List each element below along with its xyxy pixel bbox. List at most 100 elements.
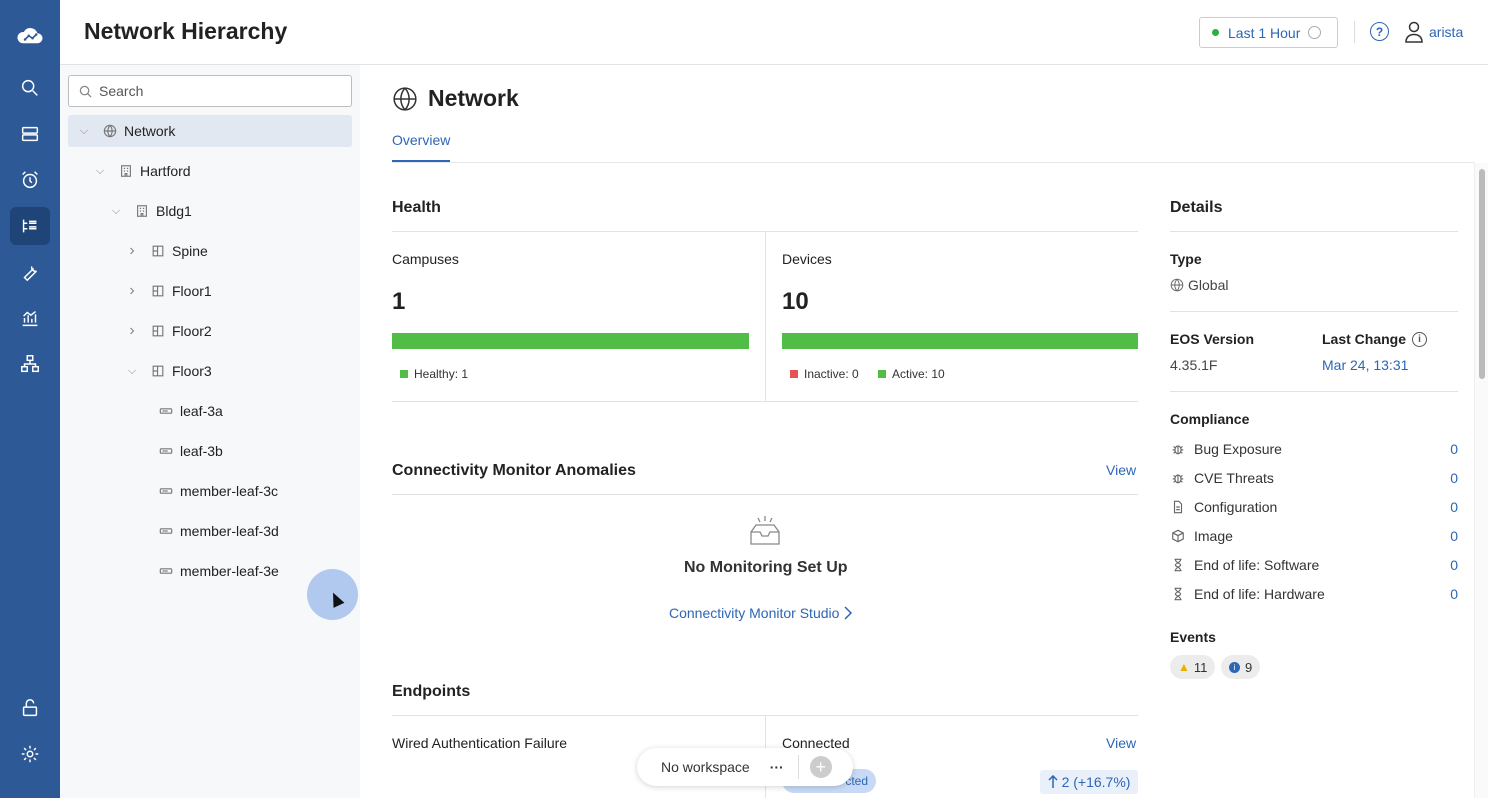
compliance-count-link[interactable]: 0 xyxy=(1450,557,1458,573)
divider xyxy=(392,401,1138,402)
tree-item-label: leaf-3b xyxy=(180,443,223,459)
chevron-right-icon[interactable]: › xyxy=(124,282,140,300)
tree-item-label: leaf-3a xyxy=(180,403,223,419)
user-name-link[interactable]: arista xyxy=(1429,24,1463,40)
tree-item[interactable]: member-leaf-3c xyxy=(60,475,352,507)
globe-icon xyxy=(102,123,118,139)
top-header: Network Hierarchy Last 1 Hour ? arista xyxy=(60,0,1488,65)
divider xyxy=(1170,311,1458,312)
unlock-icon[interactable] xyxy=(10,689,50,727)
file-icon xyxy=(1170,499,1186,515)
device-icon xyxy=(158,523,174,539)
chevron-right-icon[interactable]: › xyxy=(124,242,140,260)
compliance-row: End of life: Software 0 xyxy=(1170,555,1458,575)
add-workspace-icon[interactable]: + xyxy=(809,756,832,778)
wired-auth-failure-label: Wired Authentication Failure xyxy=(392,735,568,751)
search-placeholder: Search xyxy=(99,83,144,99)
events-info-badge[interactable]: i9 xyxy=(1221,655,1261,679)
chevron-right-icon xyxy=(844,606,853,620)
compliance-count-link[interactable]: 0 xyxy=(1450,586,1458,602)
tree-item[interactable]: leaf-3a xyxy=(60,395,352,427)
tree-item[interactable]: ⌵ Network xyxy=(68,115,352,147)
connectivity-view-link[interactable]: View xyxy=(1106,462,1136,478)
scrollbar[interactable] xyxy=(1474,163,1488,798)
search-icon xyxy=(79,85,92,101)
compliance-row: Image 0 xyxy=(1170,526,1458,546)
tree-item[interactable]: ⌵ Bldg1 xyxy=(60,195,352,227)
last-change-link[interactable]: Mar 24, 13:31 xyxy=(1322,357,1408,373)
tree-item-label: Floor2 xyxy=(172,323,212,339)
compliance-count-link[interactable]: 0 xyxy=(1450,528,1458,544)
bug-icon xyxy=(1170,470,1186,486)
compliance-label: Bug Exposure xyxy=(1194,441,1282,457)
compliance-label: End of life: Hardware xyxy=(1194,586,1325,602)
compliance-label: End of life: Software xyxy=(1194,557,1320,573)
user-icon[interactable] xyxy=(1404,21,1424,48)
events-warning-badge[interactable]: ▲ 11 xyxy=(1170,655,1216,679)
header-separator xyxy=(1354,21,1355,43)
tree-item-label: Bldg1 xyxy=(156,203,192,219)
more-options-icon[interactable]: ··· xyxy=(770,759,784,775)
devices-legend-inactive: Inactive: 0 xyxy=(790,367,859,381)
help-icon[interactable]: ? xyxy=(1370,22,1389,41)
chevron-right-icon[interactable]: › xyxy=(124,322,140,340)
chevron-down-icon[interactable]: ⌵ xyxy=(76,125,92,138)
chevron-down-icon[interactable]: ⌵ xyxy=(124,365,140,378)
live-status-dot xyxy=(1212,29,1219,36)
settings-gear-icon[interactable] xyxy=(10,735,50,773)
details-title: Details xyxy=(1170,199,1223,216)
divider xyxy=(392,494,1138,495)
compliance-count-link[interactable]: 0 xyxy=(1450,441,1458,457)
time-range-button[interactable]: Last 1 Hour xyxy=(1199,17,1338,48)
hierarchy-icon[interactable] xyxy=(10,207,50,245)
hierarchy-sidebar: Search ⌵ Network ⌵ Hartford ⌵ Bldg1 › Spine › Flo… xyxy=(60,65,360,798)
arrow-up-icon xyxy=(1048,775,1058,788)
device-icon xyxy=(158,563,174,579)
tree-item-label: Hartford xyxy=(140,163,191,179)
tree-item-label: member-leaf-3c xyxy=(180,483,279,499)
info-icon[interactable]: i xyxy=(1412,331,1428,347)
chevron-down-icon[interactable]: ⌵ xyxy=(108,205,124,218)
floor-icon xyxy=(150,363,166,379)
cloud-logo-icon[interactable] xyxy=(10,18,50,56)
tree-item[interactable]: › Floor1 xyxy=(60,275,352,307)
compliance-count-link[interactable]: 0 xyxy=(1450,470,1458,486)
tree-item[interactable]: member-leaf-3d xyxy=(60,515,352,547)
tree-item[interactable]: › Spine xyxy=(60,235,352,267)
tree-item[interactable]: › Floor2 xyxy=(60,315,352,347)
alarm-icon[interactable] xyxy=(10,161,50,199)
tree-item[interactable]: leaf-3b xyxy=(60,435,352,467)
workspace-bar: No workspace ··· + xyxy=(637,748,853,786)
workspace-label[interactable]: No workspace xyxy=(661,759,750,775)
compliance-count-link[interactable]: 0 xyxy=(1450,499,1458,515)
search-icon[interactable] xyxy=(10,69,50,107)
search-input[interactable]: Search xyxy=(68,75,352,107)
workspace-divider xyxy=(797,755,799,779)
wrench-icon[interactable] xyxy=(10,253,50,291)
hourglass-icon xyxy=(1170,586,1186,602)
cube-icon xyxy=(1170,528,1186,544)
last-change-label: Last Change i xyxy=(1322,331,1428,347)
connectivity-studio-link[interactable]: Connectivity Monitor Studio xyxy=(669,605,853,621)
device-icon xyxy=(158,443,174,459)
scroll-thumb[interactable] xyxy=(1479,169,1485,379)
warning-icon: ▲ xyxy=(1178,660,1190,674)
tree-item-label: member-leaf-3e xyxy=(180,563,279,579)
hourglass-icon xyxy=(1170,557,1186,573)
tab-overview[interactable]: Overview xyxy=(392,132,451,162)
tree-item[interactable]: member-leaf-3e xyxy=(60,555,352,587)
floor-icon xyxy=(150,323,166,339)
network-title-text: Network xyxy=(428,85,519,111)
campuses-legend-healthy: Healthy: 1 xyxy=(400,367,468,381)
analytics-icon[interactable] xyxy=(10,299,50,337)
tree-item[interactable]: ⌵ Hartford xyxy=(60,155,352,187)
devices-icon[interactable] xyxy=(10,115,50,153)
topology-icon[interactable] xyxy=(10,345,50,383)
chevron-down-icon[interactable]: ⌵ xyxy=(92,165,108,178)
tree-item-label: member-leaf-3d xyxy=(180,523,279,539)
tree-item[interactable]: ⌵ Floor3 xyxy=(60,355,352,387)
bug-icon xyxy=(1170,441,1186,457)
floor-icon xyxy=(150,283,166,299)
endpoints-view-link[interactable]: View xyxy=(1106,735,1136,751)
network-title: Network xyxy=(392,85,519,112)
